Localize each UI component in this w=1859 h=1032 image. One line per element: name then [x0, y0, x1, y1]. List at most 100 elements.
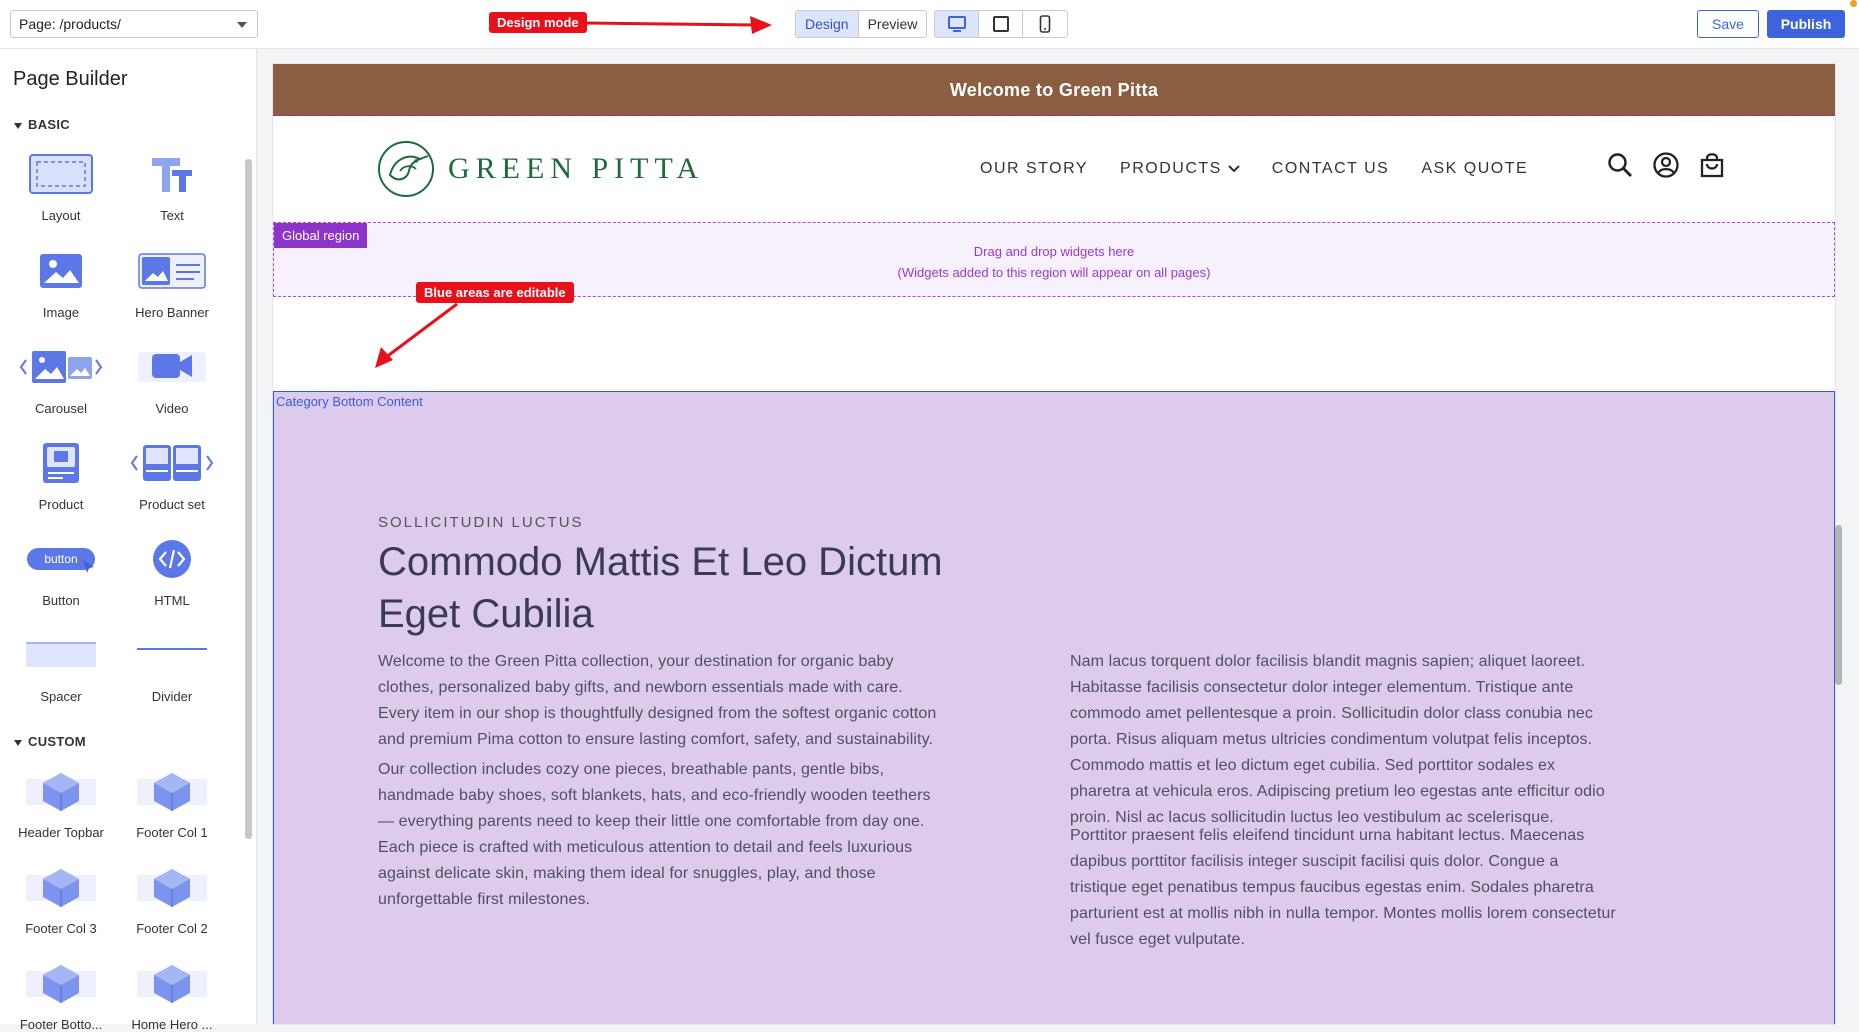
mode-toggle: Design Preview	[795, 10, 928, 38]
header-icons	[1607, 152, 1725, 178]
widget-label: Layout	[41, 208, 81, 223]
desktop-view-button[interactable]	[935, 11, 979, 37]
product-set-icon	[130, 445, 214, 481]
account-icon[interactable]	[1653, 152, 1679, 178]
widget-button[interactable]: button Button	[6, 533, 116, 608]
spacer-icon	[26, 642, 96, 667]
cursor-icon	[83, 560, 94, 573]
widget-label: Video	[155, 401, 189, 416]
widget-label: Home Hero ...	[131, 1017, 213, 1032]
preview-mode-button[interactable]: Preview	[859, 11, 927, 37]
widget-label: Footer Botto...	[19, 1017, 103, 1032]
widget-label: HTML	[154, 593, 190, 608]
device-toggle	[934, 10, 1068, 38]
text-icon	[152, 158, 192, 192]
pitta-bird-logo-icon	[378, 141, 434, 197]
page-select-value: Page: /products/	[19, 16, 121, 32]
html-icon	[153, 540, 191, 578]
chevron-down-icon	[237, 22, 247, 28]
widget-label: Footer Col 2	[136, 921, 208, 936]
paragraph-left-2: Our collection includes cozy one pieces,…	[378, 761, 931, 908]
main-nav: OUR STORY PRODUCTS CONTACT US ASK QUOTE	[980, 160, 1528, 178]
widget-footer-col-3[interactable]: Footer Col 3	[6, 861, 116, 936]
widget-html[interactable]: HTML	[117, 533, 227, 608]
carousel-icon	[19, 351, 103, 383]
save-button[interactable]: Save	[1697, 10, 1759, 38]
cube-icon	[137, 773, 207, 811]
site-header: GREEN PITTA OUR STORY PRODUCTS CONTACT U…	[273, 116, 1835, 222]
widget-layout[interactable]: Layout	[6, 148, 116, 223]
cube-icon	[137, 965, 207, 1003]
widget-video[interactable]: Video	[117, 341, 227, 416]
tablet-icon	[992, 16, 1009, 32]
category-bottom-content[interactable]: Category Bottom Content SOLLICITUDIN LUC…	[273, 391, 1835, 1024]
page-builder-sidebar: Page Builder BASIC Layout Text Image Her…	[0, 49, 257, 1032]
sidebar-title: Page Builder	[13, 68, 128, 90]
cart-bag-icon[interactable]	[1699, 152, 1725, 178]
widget-carousel[interactable]: Carousel	[6, 341, 116, 416]
widget-text[interactable]: Text	[117, 148, 227, 223]
section-eyebrow: SOLLICITUDIN LUCTUS	[378, 514, 584, 531]
widget-label: Image	[42, 305, 80, 320]
widget-hero-banner[interactable]: Hero Banner	[117, 245, 227, 320]
widget-label: Header Topbar	[18, 825, 104, 840]
basic-section-header[interactable]: BASIC	[14, 117, 70, 132]
widget-label: Hero Banner	[135, 305, 209, 320]
widget-footer-col-1[interactable]: Footer Col 1	[117, 765, 227, 840]
callout-arrow-icon	[375, 302, 458, 368]
sidebar-scrollbar[interactable]	[245, 159, 252, 839]
notification-dot	[1850, 0, 1857, 7]
video-icon	[138, 352, 206, 382]
widget-header-topbar[interactable]: Header Topbar	[6, 765, 116, 840]
paragraph-right-2: Porttitor praesent felis eleifend tincid…	[1070, 827, 1616, 948]
publish-button[interactable]: Publish	[1767, 10, 1845, 38]
widget-label: Spacer	[40, 689, 82, 704]
page-select[interactable]: Page: /products/	[10, 10, 258, 38]
global-region-message: Drag and drop widgets here (Widgets adde…	[274, 241, 1834, 283]
widget-label: Carousel	[34, 401, 88, 416]
hero-banner-icon	[138, 253, 206, 289]
editable-callout: Blue areas are editable	[416, 282, 574, 303]
cube-icon	[26, 965, 96, 1003]
paragraph-right-1: Nam lacus torquent dolor facilisis bland…	[1070, 653, 1605, 826]
custom-section-header[interactable]: CUSTOM	[14, 734, 86, 749]
welcome-topbar[interactable]: Welcome to Green Pitta	[273, 64, 1835, 116]
mobile-icon	[1039, 15, 1051, 33]
drop-hint: Drag and drop widgets here	[973, 244, 1135, 259]
editable-region-label: Category Bottom Content	[276, 394, 423, 409]
basic-section-title: BASIC	[28, 117, 70, 132]
design-mode-button[interactable]: Design	[796, 11, 859, 37]
widget-footer-col-2[interactable]: Footer Col 2	[117, 861, 227, 936]
cube-icon	[137, 869, 207, 907]
paragraph-left-1: Welcome to the Green Pitta collection, y…	[378, 653, 937, 748]
site-logo[interactable]: GREEN PITTA	[376, 139, 704, 199]
image-icon	[40, 254, 82, 288]
product-icon	[43, 443, 79, 483]
tablet-view-button[interactable]	[979, 11, 1023, 37]
widget-product[interactable]: Product	[6, 437, 116, 512]
widget-spacer[interactable]: Spacer	[6, 629, 116, 704]
widget-image[interactable]: Image	[6, 245, 116, 320]
widget-label: Footer Col 1	[136, 825, 208, 840]
top-toolbar: Page: /products/ Design mode Design Prev…	[0, 0, 1859, 49]
widget-label: Product	[38, 497, 84, 512]
mobile-view-button[interactable]	[1023, 11, 1067, 37]
widget-label: Footer Col 3	[25, 921, 97, 936]
widget-divider[interactable]: Divider	[117, 629, 227, 704]
search-icon[interactable]	[1607, 152, 1633, 178]
canvas-scrollbar[interactable]	[1835, 525, 1842, 685]
widget-home-hero[interactable]: Home Hero ...	[117, 957, 227, 1032]
caret-down-icon	[14, 739, 22, 746]
widget-product-set[interactable]: Product set	[117, 437, 227, 512]
widget-label: Divider	[151, 689, 193, 704]
callout-arrow-icon	[586, 16, 772, 34]
widget-label: Button	[42, 593, 80, 608]
nav-item-ask-quote[interactable]: ASK QUOTE	[1421, 160, 1528, 178]
nav-item-products[interactable]: PRODUCTS	[1120, 160, 1240, 178]
drop-hint-note: (Widgets added to this region will appea…	[897, 265, 1211, 280]
nav-item-our-story[interactable]: OUR STORY	[980, 160, 1088, 178]
cube-icon	[26, 869, 96, 907]
widget-footer-bottom[interactable]: Footer Botto...	[6, 957, 116, 1032]
nav-item-contact-us[interactable]: CONTACT US	[1272, 160, 1390, 178]
custom-section-title: CUSTOM	[28, 734, 86, 749]
